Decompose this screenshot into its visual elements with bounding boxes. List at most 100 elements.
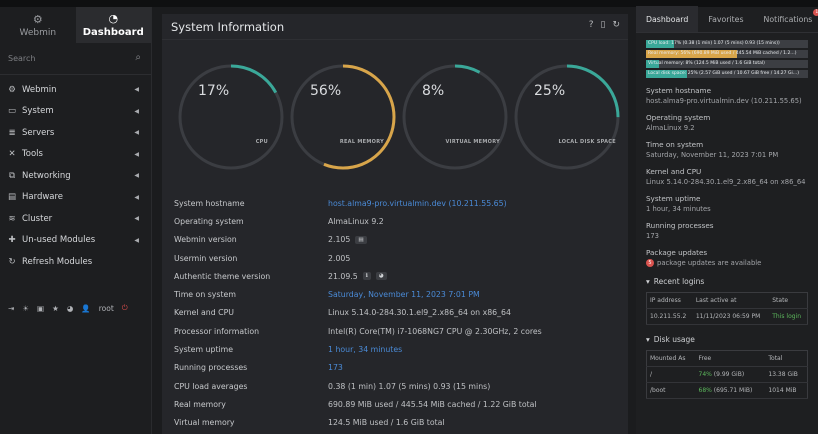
info-key: Authentic theme version (174, 271, 271, 281)
sidebar-item-refresh-modules[interactable]: ↻ Refresh Modules (0, 251, 151, 273)
sidebar-item-unused-modules[interactable]: ✚ Un-used Modules ◀ (0, 230, 151, 252)
gauge-virtual-memory-ring (402, 64, 508, 170)
info-key: System hostname (174, 198, 245, 208)
panel-header: System Information ? ▯ ↻ (162, 14, 628, 40)
info-row-kernel: Kernel and CPU Linux 5.14.0-284.30.1.el9_… (174, 304, 614, 322)
right-info-value: host.alma9-pro.virtualmin.dev (10.211.55… (646, 96, 802, 105)
right-info-key: Kernel and CPU (646, 166, 702, 176)
free-percent: 68% (698, 386, 712, 394)
gauge-real-memory-ring (290, 64, 396, 170)
table-row: /boot 68% (695.71 MiB) 1014 MiB (646, 382, 808, 399)
gauge-local-disk-space: 25% LOCAL DISK SPACE (512, 59, 622, 179)
clipboard-icon[interactable]: ▯ (601, 20, 606, 30)
table-row: / 74% (9.99 GiB) 13.38 GiB (646, 366, 808, 383)
tab-notifications[interactable]: Notifications 1 (754, 6, 818, 32)
gauge-label: REAL MEMORY (339, 139, 384, 145)
star-icon[interactable]: ★ (52, 304, 59, 313)
info-value: 2.105 (328, 235, 351, 245)
wrench-icon: ✕ (8, 149, 16, 160)
info-row-load: CPU load averages 0.38 (1 min) 1.07 (5 mi… (174, 377, 614, 395)
system-information-panel: System Information ? ▯ ↻ 17% CPU 56% REA… (162, 14, 628, 434)
logout-icon[interactable]: ⏻ (122, 303, 128, 313)
sidebar-item-hardware[interactable]: ▤ Hardware ◀ (0, 187, 151, 209)
table-cell: 74% (9.99 GiB) (695, 366, 766, 383)
caret-left-icon: ◀ (134, 236, 139, 244)
table-header-row: IP address Last active at State (646, 292, 808, 309)
bar-text: Virtual memory: 8% (124.5 MiB used / 1.6… (648, 61, 765, 66)
info-key: Real memory (174, 399, 226, 409)
tab-webmin[interactable]: ⚙ Webmin (0, 7, 76, 43)
refresh-icon[interactable]: ↻ (612, 20, 620, 30)
dashboard-icon: ◔ (108, 12, 119, 25)
page-title: System Information (171, 19, 285, 34)
gauge-cpu-ring (178, 64, 284, 170)
gauge-label: CPU (255, 139, 268, 145)
palette-icon[interactable]: ◕ (375, 272, 387, 281)
tab-favorites[interactable]: Favorites (698, 6, 753, 32)
terminal-icon[interactable]: ▣ (37, 304, 44, 313)
sidebar-search: ⌕ (0, 43, 151, 75)
gauge-percent: 8% (422, 83, 445, 99)
gauge-label: LOCAL DISK SPACE (558, 139, 616, 145)
recent-logins-header[interactable]: ▾ Recent logins (636, 277, 818, 286)
info-row-theme-version: Authentic theme version 21.09.5 ℹ ◕ (174, 267, 614, 285)
processes-link[interactable]: 173 (328, 363, 343, 372)
header-actions: ? ▯ ↻ (589, 20, 620, 30)
info-icon[interactable]: ℹ (362, 272, 371, 281)
user-name[interactable]: root (99, 304, 114, 313)
table-cell: 1014 MiB (765, 382, 808, 399)
sidebar: ⚙ Webmin ◔ Dashboard ⌕ ⚙Webmin◀ ▭System◀… (0, 7, 152, 434)
hostname-link[interactable]: host.alma9-pro.virtualmin.dev (10.211.55… (328, 199, 507, 208)
table-cell: 11/11/2023 06:59 PM (692, 308, 770, 325)
package-updates[interactable]: 5 package updates are available (646, 258, 808, 267)
sidebar-item-servers[interactable]: ≣ Servers ◀ (0, 122, 151, 144)
gear-icon: ⚙ (8, 84, 16, 95)
info-key: Time on system (174, 290, 236, 300)
caret-left-icon: ◀ (134, 86, 139, 94)
puzzle-icon: ✚ (8, 235, 16, 246)
column-header: Free (695, 350, 766, 367)
sidebar-item-tools[interactable]: ✕ Tools ◀ (0, 144, 151, 166)
info-value: Linux 5.14.0-284.30.1.el9_2.x86_64 on x8… (328, 308, 511, 318)
gauge-local-disk-ring (514, 64, 620, 170)
theme-icon[interactable]: ☀ (22, 304, 29, 313)
package-updates-text: package updates are available (657, 258, 762, 267)
sidebar-item-system[interactable]: ▭ System ◀ (0, 101, 151, 123)
network-icon: ⧉ (8, 170, 16, 181)
help-icon[interactable]: ? (589, 20, 594, 30)
changelog-icon[interactable]: ▤ (355, 235, 367, 244)
caret-left-icon: ◀ (134, 193, 139, 201)
time-link[interactable]: Saturday, November 11, 2023 7:01 PM (328, 290, 480, 299)
right-info-key: Time on system (646, 139, 704, 149)
user-icon[interactable]: 👤 (81, 304, 90, 313)
tab-dashboard-right[interactable]: Dashboard (636, 6, 699, 32)
search-icon[interactable]: ⌕ (135, 52, 141, 63)
disk-usage-header[interactable]: ▾ Disk usage (636, 335, 818, 344)
bar-text: Real memory: 56% (690.89 MiB used / 445.… (648, 51, 797, 56)
tab-webmin-label: Webmin (19, 27, 57, 38)
tab-notifications-label: Notifications (763, 14, 813, 24)
right-info-value: 173 (646, 231, 659, 240)
right-info-value: Linux 5.14.0-284.30.1.el9_2.x86_64 on x8… (646, 177, 806, 186)
collapse-icon[interactable]: ⇥ (8, 304, 14, 313)
uptime-link[interactable]: 1 hour, 34 minutes (328, 345, 402, 354)
sidebar-item-networking[interactable]: ⧉ Networking ◀ (0, 165, 151, 187)
sidebar-item-webmin[interactable]: ⚙ Webmin ◀ (0, 79, 151, 101)
column-header: Last active at (692, 292, 770, 309)
gauge-percent: 25% (534, 83, 566, 99)
tab-dashboard[interactable]: ◔ Dashboard (75, 7, 151, 43)
system-info-table: System hostname host.alma9-pro.virtualmin… (174, 194, 614, 432)
gauge-percent: 17% (198, 83, 230, 99)
search-input[interactable] (8, 49, 128, 68)
info-row-virtual-memory: Virtual memory 124.5 MiB used / 1.6 GiB t… (174, 414, 614, 432)
info-row-webmin-version: Webmin version 2.105 ▤ (174, 231, 614, 249)
info-row-processes: Running processes 173 (174, 359, 614, 377)
sidebar-item-label: Cluster (22, 213, 53, 224)
palette-icon[interactable]: ◕ (67, 304, 74, 313)
sidebar-item-cluster[interactable]: ≋ Cluster ◀ (0, 208, 151, 230)
refresh-icon: ↻ (8, 256, 16, 267)
chevron-down-icon: ▾ (646, 276, 650, 286)
info-value-group: 2.105 ▤ (328, 235, 367, 244)
info-value: 2.005 (328, 253, 351, 263)
sidebar-item-label: System (22, 106, 54, 117)
